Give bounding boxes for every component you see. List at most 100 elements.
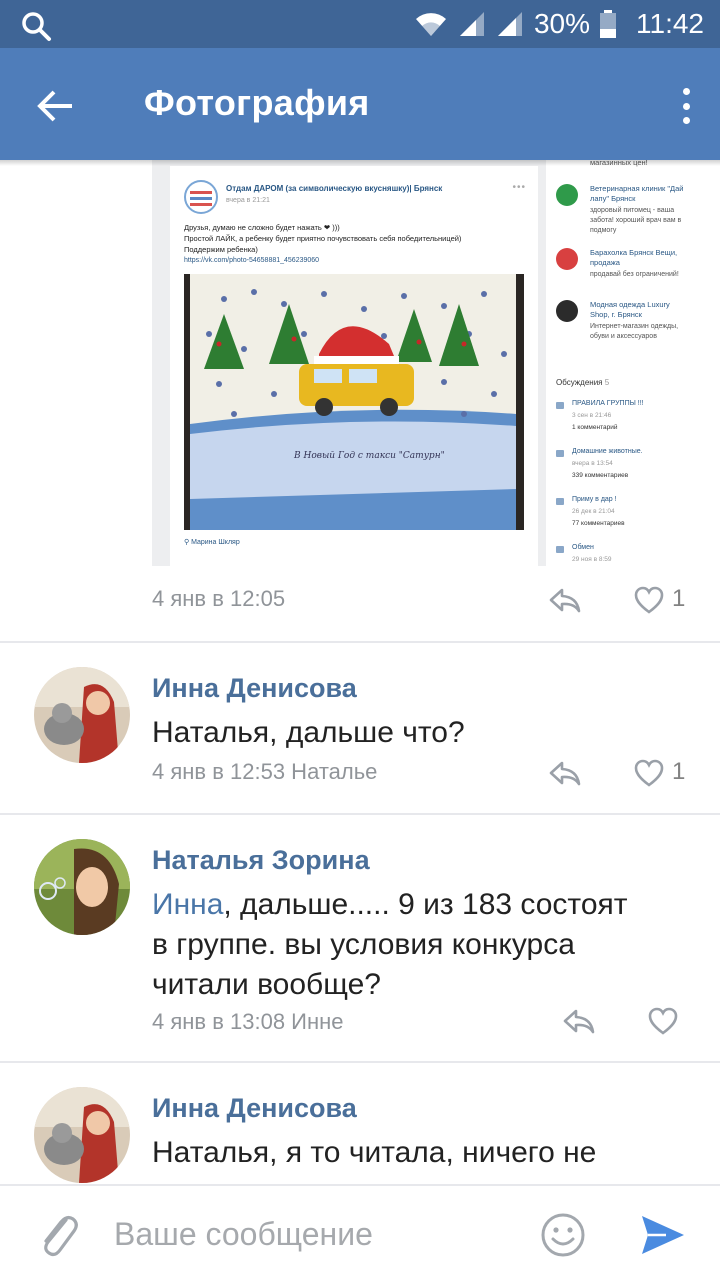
more-options-button[interactable]	[676, 82, 696, 130]
discussion-icon	[556, 498, 564, 505]
wifi-icon	[415, 13, 446, 36]
child-drawing: В Новый Год с такси "Сатурн"	[184, 274, 524, 530]
paperclip-icon[interactable]	[34, 1208, 82, 1260]
comment-text: Наталья, я то читала, ничего не	[152, 1136, 597, 1169]
page-title: Фотография	[144, 82, 370, 123]
post-menu-icon: •••	[512, 182, 526, 193]
avatar-image	[34, 667, 130, 763]
status-bar: 30% 11:42	[0, 0, 720, 48]
avatar[interactable]	[34, 1087, 130, 1183]
send-icon[interactable]	[640, 1214, 686, 1256]
discussion-count: 77 комментариев	[572, 520, 625, 527]
post-text-line: Друзья, думаю не сложно будет нажать ❤ )…	[184, 223, 340, 232]
comment-author[interactable]: Инна Денисова	[152, 673, 357, 704]
post-text: Друзья, думаю не сложно будет нажать ❤ )…	[184, 222, 524, 255]
comment-meta: 4 янв в 13:08 Инне	[152, 1009, 344, 1034]
sidebar-group-desc: Интернет-магазин одежды, обуви и аксессу…	[590, 323, 679, 340]
discussion-icon	[556, 546, 564, 553]
comment-text-line: читали вообще?	[152, 968, 381, 1001]
post-card: Отдам ДАРОМ (за символическую вкусняшку)…	[170, 166, 538, 566]
toolbar-shadow	[0, 160, 720, 166]
screenshot-sidebar: магазинных цен! Ветеринарная клиник "Дай…	[546, 160, 686, 566]
message-input[interactable]	[114, 1208, 514, 1260]
more-dot	[682, 102, 690, 110]
clock: 11:42	[636, 8, 704, 39]
discussions-header: Обсуждения 5	[556, 378, 609, 387]
mention-link[interactable]: Инна	[152, 888, 223, 921]
comment-item[interactable]: Наталья Зорина Инна, дальше..... 9 из 18…	[0, 815, 720, 1061]
comment-text-line: Инна, дальше..... 9 из 183 состоят	[152, 885, 672, 925]
discussions-label: Обсуждения	[556, 378, 603, 387]
svg-text:В Новый Год с такси "Сатурн": В Новый Год с такси "Сатурн"	[293, 451, 445, 461]
discussion-title: ПРАВИЛА ГРУППЫ !!!	[572, 400, 644, 407]
avatar[interactable]	[34, 839, 130, 935]
post-text-line: Простой ЛАЙК, а ребенку будет приятно по…	[184, 234, 462, 243]
avatar-image	[34, 839, 130, 935]
avatar-image	[34, 1087, 130, 1183]
discussion-date: 29 ноя в 8:59	[572, 556, 612, 563]
photo-meta: 4 янв в 12:05 1	[0, 585, 720, 646]
reply-icon[interactable]	[548, 759, 582, 787]
more-dot	[682, 88, 690, 95]
discussion-date: 3 сен в 21:46	[572, 412, 612, 419]
status-indicators: 30% 11:42	[414, 0, 704, 48]
comment-meta: 4 янв в 12:53 Наталье	[152, 759, 378, 784]
comment-author[interactable]: Инна Денисова	[152, 1093, 357, 1124]
discussion-date: вчера в 13:54	[572, 460, 613, 467]
emoji-icon[interactable]	[540, 1212, 586, 1258]
battery-percent: 30%	[533, 8, 590, 39]
comment-text: Наталья, дальше что?	[152, 716, 465, 749]
back-button[interactable]	[28, 78, 84, 134]
discussion-count: 1 комментарий	[572, 424, 618, 431]
comment-text-part: , дальше..... 9 из 183 состоят	[223, 888, 628, 921]
sidebar-group-name: Модная одежда Luxury Shop, г. Брянск	[590, 300, 670, 319]
flea-market-logo	[556, 248, 578, 270]
group-logo	[184, 180, 218, 214]
luxury-shop-logo	[556, 300, 578, 322]
post-time: вчера в 21:21	[226, 197, 270, 204]
discussion-count: 339 комментариев	[572, 472, 629, 479]
signal-icon-2	[497, 12, 522, 36]
app-toolbar: Фотография	[0, 48, 720, 160]
comment-item[interactable]: Инна Денисова Наталья, я то читала, ниче…	[0, 1063, 720, 1184]
discussion-date: 26 дек в 21:04	[572, 508, 615, 515]
sidebar-group-name: Ветеринарная клиник "Дай лапу" Брянск	[590, 184, 684, 203]
post-group-name: Отдам ДАРОМ (за символическую вкусняшку)…	[226, 184, 443, 193]
signal-icon-1	[459, 12, 484, 36]
more-dot	[682, 117, 690, 124]
reply-icon[interactable]	[548, 586, 582, 614]
search-icon[interactable]	[20, 10, 52, 42]
discussion-title: Приму в дар !	[572, 496, 617, 503]
comment-author[interactable]: Наталья Зорина	[152, 845, 370, 876]
photo-image[interactable]: Отдам ДАРОМ (за символическую вкусняшку)…	[152, 160, 548, 566]
post-author: ⚲ Марина Шкляр	[184, 538, 240, 546]
discussion-icon	[556, 402, 564, 409]
post-author-name: Марина Шкляр	[191, 539, 240, 546]
comment-text: Инна, дальше..... 9 из 183 состоят в гру…	[152, 885, 672, 1005]
like-icon[interactable]	[634, 759, 664, 787]
like-count: 1	[672, 585, 686, 612]
discussion-title: Обмен	[572, 544, 594, 551]
post-link: https://vk.com/photo-54658881_456239060	[184, 257, 320, 264]
reply-icon[interactable]	[562, 1007, 596, 1035]
sidebar-group-desc: здоровый питомец - ваша забота! хороший …	[590, 207, 682, 234]
arrow-back-icon	[37, 90, 72, 122]
discussion-icon	[556, 450, 564, 457]
app-root: 30% 11:42 Фотография Отдам ДАРОМ (за сим…	[0, 0, 720, 1280]
photo-date: 4 янв в 12:05	[152, 586, 286, 611]
post-text-line: Поддержим ребенка)	[184, 245, 258, 254]
discussion-title: Домашние животные.	[572, 448, 643, 455]
comment-text-line: в группе. вы условия конкурса	[152, 928, 575, 961]
battery-icon	[600, 10, 616, 38]
like-icon[interactable]	[648, 1007, 678, 1035]
like-icon[interactable]	[634, 586, 664, 614]
sidebar-group-desc: продавай без ограничений!	[590, 271, 679, 278]
discussions-count: 5	[604, 378, 610, 387]
message-input-bar	[0, 1184, 720, 1280]
sidebar-group-name: Барахолка Брянск Вещи, продажа	[590, 248, 678, 267]
drawing-art: В Новый Год с такси "Сатурн"	[184, 274, 524, 530]
avatar[interactable]	[34, 667, 130, 763]
vet-clinic-logo	[556, 184, 578, 206]
comment-item[interactable]: Инна Денисова Наталья, дальше что? 4 янв…	[0, 643, 720, 813]
like-count: 1	[672, 758, 686, 785]
